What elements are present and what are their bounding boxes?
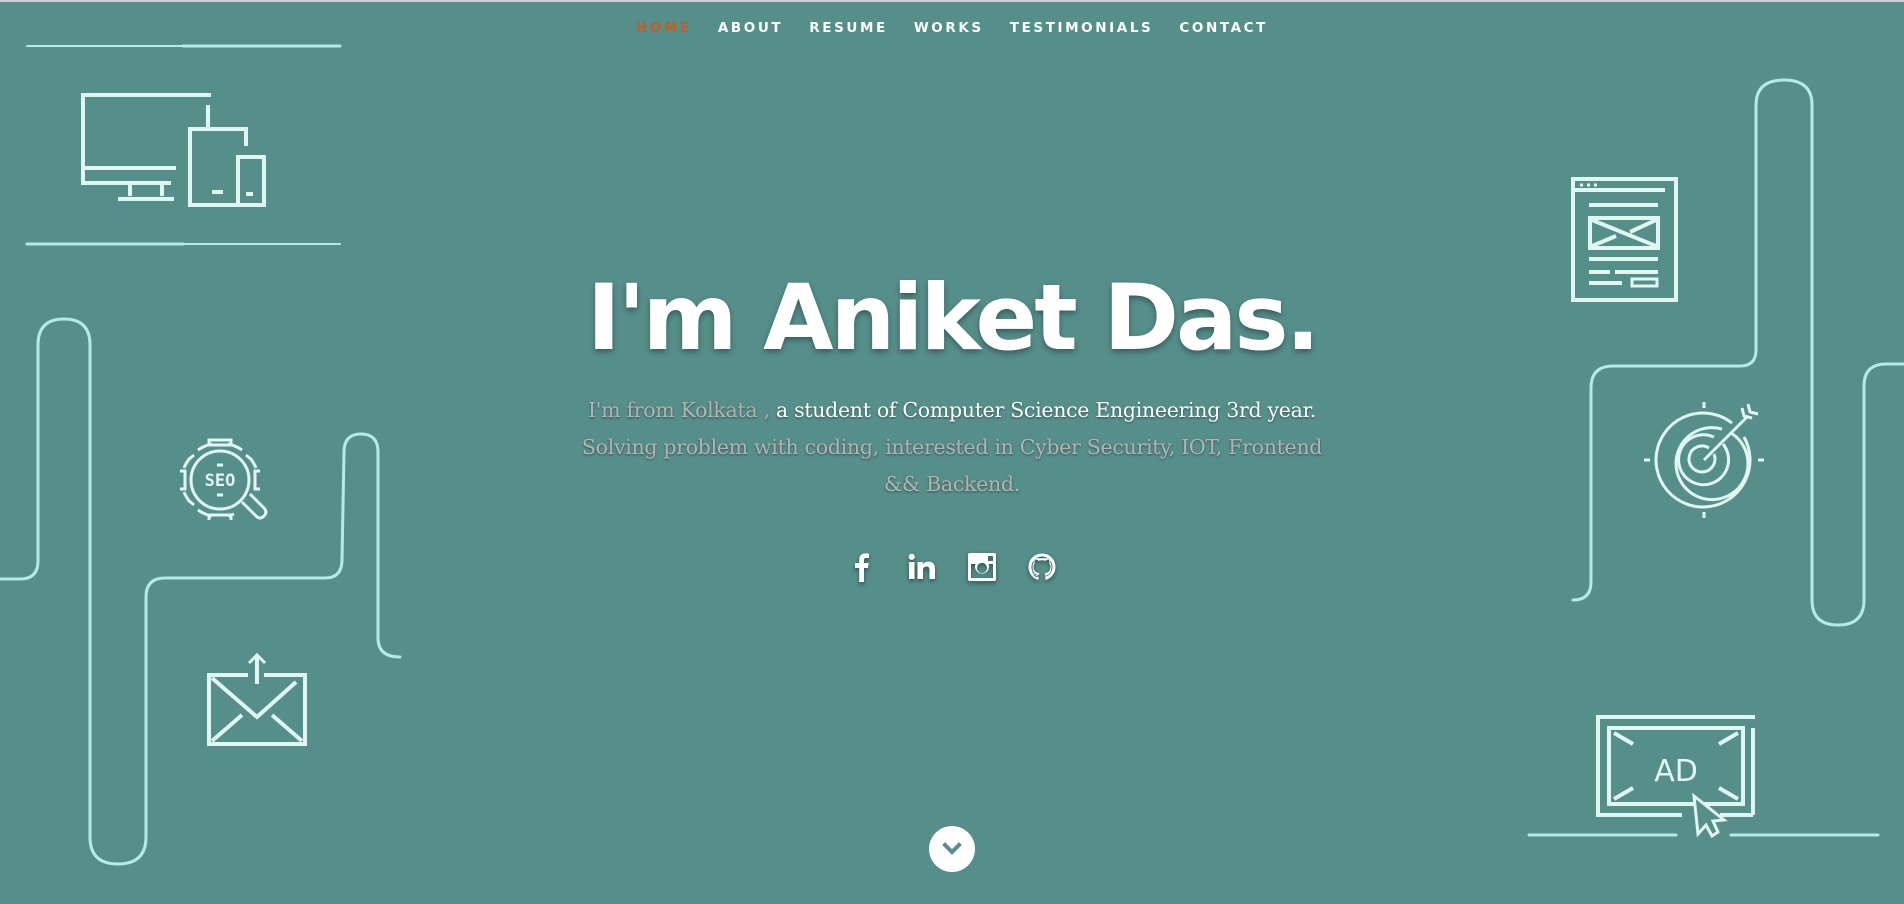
nav-resume[interactable]: RESUME xyxy=(809,18,888,38)
github-link[interactable] xyxy=(1024,549,1060,585)
ad-click-icon: AD xyxy=(1596,715,1755,839)
intro-location: I'm from Kolkata , xyxy=(587,398,776,422)
mail-send-icon xyxy=(207,652,307,746)
scroll-down-button[interactable] xyxy=(929,826,975,872)
hero-section: I'm Aniket Das. I'm from Kolkata , a stu… xyxy=(0,264,1904,503)
nav-about[interactable]: ABOUT xyxy=(718,18,783,38)
nav-testimonials[interactable]: TESTIMONIALS xyxy=(1010,18,1154,38)
devices-icon xyxy=(81,93,266,207)
facebook-icon xyxy=(855,553,869,582)
intro-highlight: a student of Computer Science Engineerin… xyxy=(775,398,1317,422)
nav-contact[interactable]: CONTACT xyxy=(1179,18,1268,38)
chevron-down-icon xyxy=(942,842,962,855)
social-links xyxy=(0,549,1904,585)
nav-works[interactable]: WORKS xyxy=(914,18,984,38)
ad-label: AD xyxy=(1654,754,1698,789)
linkedin-link[interactable] xyxy=(904,549,940,585)
facebook-link[interactable] xyxy=(844,549,880,585)
intro-interests: Solving problem with coding, interested … xyxy=(581,435,1323,496)
hero-title: I'm Aniket Das. xyxy=(586,266,1320,371)
nav-home[interactable]: HOME xyxy=(636,18,692,38)
hero-intro: I'm from Kolkata , a student of Computer… xyxy=(562,392,1342,503)
github-icon xyxy=(1028,553,1056,580)
instagram-icon xyxy=(968,553,996,581)
instagram-link[interactable] xyxy=(964,549,1000,585)
main-nav: HOME ABOUT RESUME WORKS TESTIMONIALS CON… xyxy=(0,18,1904,38)
linkedin-icon xyxy=(908,553,935,579)
